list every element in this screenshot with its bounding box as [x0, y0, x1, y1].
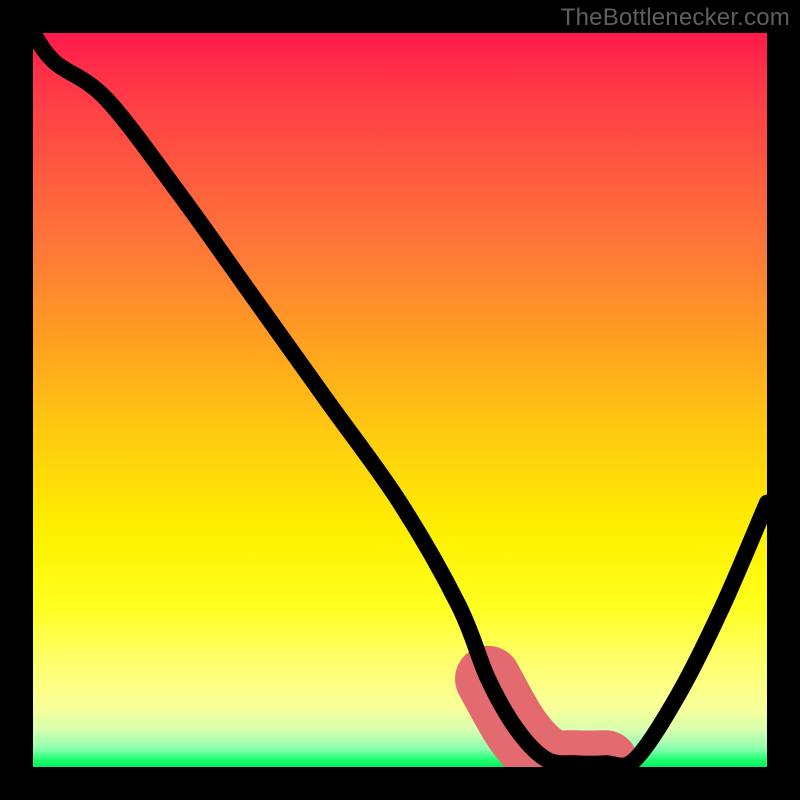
plot-area: [33, 33, 767, 767]
bottleneck-curve: [33, 33, 767, 766]
chart-frame: TheBottlenecker.com: [0, 0, 800, 800]
watermark-text: TheBottlenecker.com: [561, 4, 790, 32]
curve-svg: [33, 33, 767, 767]
